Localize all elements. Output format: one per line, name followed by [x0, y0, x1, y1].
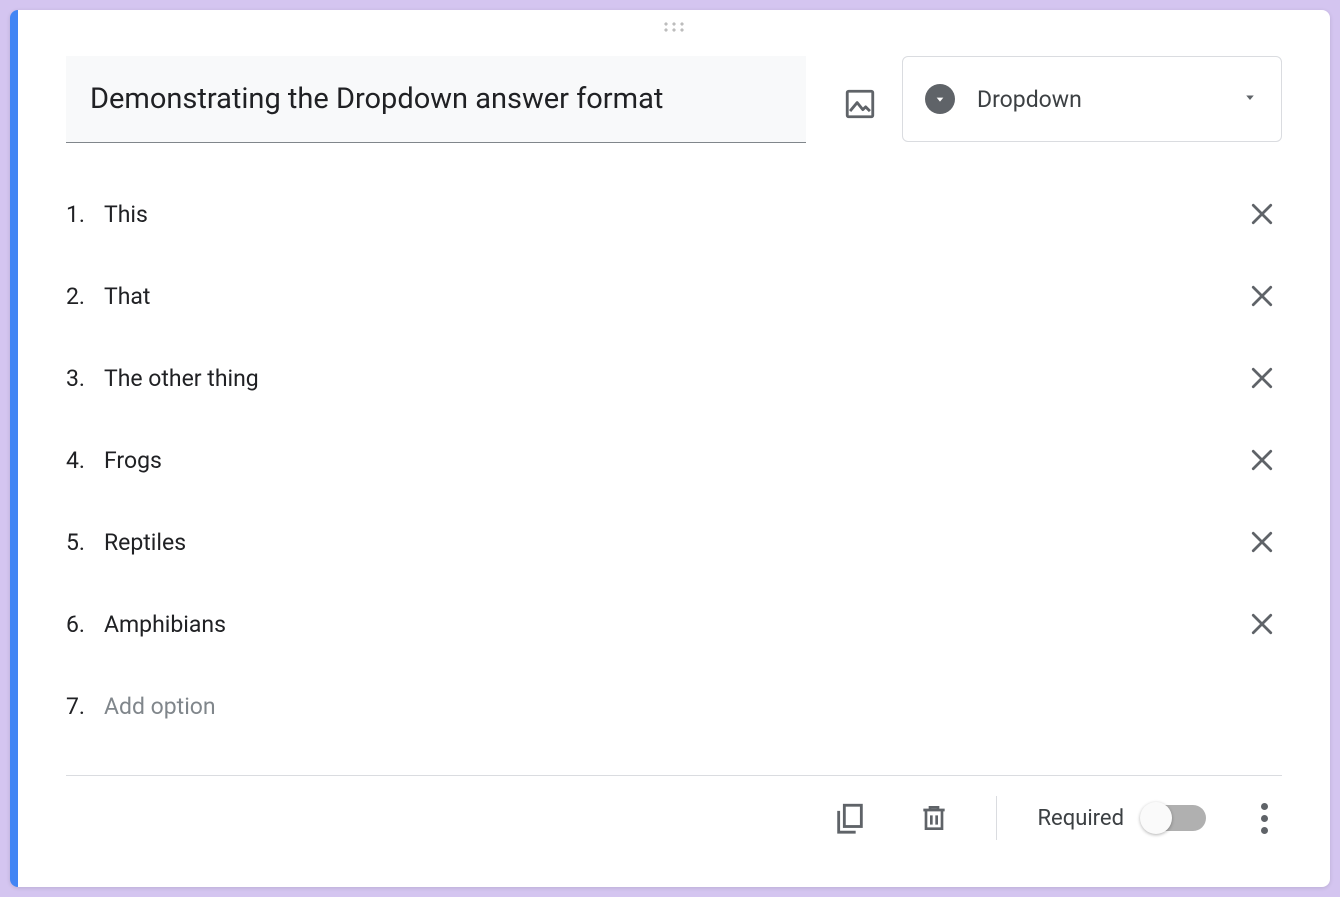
remove-option-button[interactable]	[1242, 440, 1282, 480]
trash-icon	[918, 802, 950, 834]
question-title-input[interactable]	[66, 56, 806, 142]
add-image-button[interactable]	[836, 80, 884, 128]
option-row: 6.	[66, 583, 1282, 665]
option-input[interactable]	[104, 525, 1230, 560]
duplicate-icon	[833, 801, 867, 835]
required-toggle-wrap: Required	[1037, 805, 1206, 831]
option-number: 6.	[66, 611, 104, 638]
options-list: 1. 2. 3. 4. 5.	[18, 143, 1330, 747]
remove-option-button[interactable]	[1242, 604, 1282, 644]
close-icon	[1247, 363, 1277, 393]
close-icon	[1247, 199, 1277, 229]
option-number: 3.	[66, 365, 104, 392]
option-row: 3.	[66, 337, 1282, 419]
close-icon	[1247, 609, 1277, 639]
close-icon	[1247, 281, 1277, 311]
dropdown-type-icon	[925, 84, 955, 114]
question-card: Dropdown 1. 2. 3.	[10, 10, 1330, 887]
option-input[interactable]	[104, 361, 1230, 396]
remove-option-button[interactable]	[1242, 276, 1282, 316]
question-type-select[interactable]: Dropdown	[902, 56, 1282, 142]
drag-handle[interactable]	[18, 10, 1330, 48]
option-number: 7.	[66, 693, 104, 720]
close-icon	[1247, 527, 1277, 557]
more-vertical-icon	[1261, 803, 1268, 834]
more-options-button[interactable]	[1246, 796, 1282, 840]
question-title-wrap	[66, 56, 806, 143]
option-row: 2.	[66, 255, 1282, 337]
required-toggle[interactable]	[1142, 805, 1206, 831]
add-option-row: 7.	[66, 665, 1282, 747]
option-number: 2.	[66, 283, 104, 310]
option-input[interactable]	[104, 197, 1230, 232]
option-row: 5.	[66, 501, 1282, 583]
question-type-label: Dropdown	[977, 86, 1241, 113]
option-number: 5.	[66, 529, 104, 556]
remove-option-button[interactable]	[1242, 522, 1282, 562]
toggle-knob	[1140, 802, 1172, 834]
required-label: Required	[1037, 806, 1124, 831]
option-row: 4.	[66, 419, 1282, 501]
option-row: 1.	[66, 173, 1282, 255]
option-input[interactable]	[104, 443, 1230, 478]
close-icon	[1247, 445, 1277, 475]
image-icon	[843, 87, 877, 121]
delete-button[interactable]	[912, 796, 956, 840]
duplicate-button[interactable]	[828, 796, 872, 840]
question-header: Dropdown	[18, 48, 1330, 143]
remove-option-button[interactable]	[1242, 358, 1282, 398]
option-number: 4.	[66, 447, 104, 474]
remove-option-button[interactable]	[1242, 194, 1282, 234]
footer-separator	[996, 796, 997, 840]
question-footer: Required	[18, 776, 1330, 840]
option-input[interactable]	[104, 607, 1230, 642]
chevron-down-icon	[1241, 88, 1259, 110]
option-number: 1.	[66, 201, 104, 228]
option-input[interactable]	[104, 279, 1230, 314]
add-option-input[interactable]	[104, 689, 1282, 724]
drag-dots-icon	[662, 21, 686, 33]
